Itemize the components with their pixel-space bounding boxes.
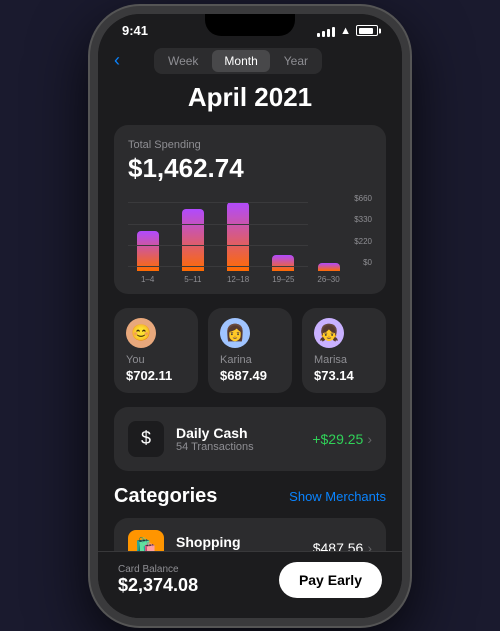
categories-title: Categories <box>114 485 217 508</box>
signal-icon <box>317 25 335 37</box>
chart-y-axis: $660 $330 $220 $0 <box>354 194 372 284</box>
bottom-bar: Card Balance $2,374.08 Pay Early <box>98 551 402 618</box>
chart-bar-group: 19–25 <box>264 255 303 284</box>
daily-cash-amount: +$29.25 <box>312 431 363 447</box>
daily-cash-transactions: 54 Transactions <box>176 441 254 453</box>
chart-bar-group: 5–11 <box>173 209 212 283</box>
daily-cash-title: Daily Cash <box>176 425 254 441</box>
person-amount: $702.11 <box>126 368 172 383</box>
daily-cash-card[interactable]: $ Daily Cash 54 Transactions +$29.25 › <box>114 407 386 471</box>
chart-y-label: $220 <box>354 237 372 246</box>
chart-y-label: $0 <box>363 258 372 267</box>
status-time: 9:41 <box>122 23 148 38</box>
chart-bar <box>318 263 340 270</box>
segmented-control: Week Month Year <box>154 48 322 74</box>
page-title: April 2021 <box>114 82 386 113</box>
chart-bars: 1–4 5–11 12–18 19–25 26–30 <box>128 202 348 283</box>
chart-bar <box>272 255 294 271</box>
phone-screen: 9:41 ▲ ‹ Week Month Year <box>98 14 402 618</box>
card-balance-amount: $2,374.08 <box>118 575 198 596</box>
person-amount: $73.14 <box>314 368 354 383</box>
chart-bar <box>182 209 204 270</box>
main-content: April 2021 Total Spending $1,462.74 1– <box>98 82 402 596</box>
avatar: 👩 <box>220 318 250 348</box>
nav-bar: ‹ Week Month Year <box>98 44 402 82</box>
pay-early-button[interactable]: Pay Early <box>279 562 382 598</box>
chart-total-amount: $1,462.74 <box>128 153 372 184</box>
chart-bar-group: 26–30 <box>309 263 348 283</box>
person-name: You <box>126 354 145 366</box>
status-icons: ▲ <box>317 25 378 37</box>
person-name: Karina <box>220 354 252 366</box>
chart-bar <box>227 202 249 270</box>
chart-bar-label: 19–25 <box>272 275 294 284</box>
chevron-right-icon: › <box>367 431 372 447</box>
cash-icon: $ <box>128 421 164 457</box>
chart-bar-label: 5–11 <box>184 275 201 284</box>
tab-year[interactable]: Year <box>272 50 320 72</box>
avatar: 👧 <box>314 318 344 348</box>
person-name: Marisa <box>314 354 347 366</box>
person-card[interactable]: 👧 Marisa $73.14 <box>302 308 386 393</box>
category-name: Shopping <box>176 534 254 550</box>
chart-bar-label: 12–18 <box>227 275 249 284</box>
card-balance-label: Card Balance <box>118 564 198 575</box>
person-card[interactable]: 😊 You $702.11 <box>114 308 198 393</box>
battery-icon <box>356 25 378 36</box>
chart-y-label: $660 <box>354 194 372 203</box>
chart-total-label: Total Spending <box>128 139 372 151</box>
people-row: 😊 You $702.11 👩 Karina $687.49 👧 Marisa $73.14 <box>114 308 386 393</box>
chart-y-label: $330 <box>354 215 372 224</box>
notch <box>205 14 295 36</box>
avatar: 😊 <box>126 318 156 348</box>
chart-bar-group: 1–4 <box>128 231 167 284</box>
categories-header: Categories Show Merchants <box>114 485 386 508</box>
wifi-icon: ▲ <box>340 25 351 37</box>
back-button[interactable]: ‹ <box>114 50 120 71</box>
person-card[interactable]: 👩 Karina $687.49 <box>208 308 292 393</box>
chart-bar <box>137 231 159 271</box>
chart-bar-label: 1–4 <box>141 275 154 284</box>
chart-card: Total Spending $1,462.74 1–4 5–11 12–18 19–… <box>114 125 386 294</box>
show-merchants-button[interactable]: Show Merchants <box>289 489 386 504</box>
chart-bar-group: 12–18 <box>218 202 257 283</box>
person-amount: $687.49 <box>220 368 267 383</box>
chart-bar-label: 26–30 <box>317 275 339 284</box>
tab-month[interactable]: Month <box>212 50 269 72</box>
tab-week[interactable]: Week <box>156 50 210 72</box>
phone-frame: 9:41 ▲ ‹ Week Month Year <box>90 6 410 626</box>
